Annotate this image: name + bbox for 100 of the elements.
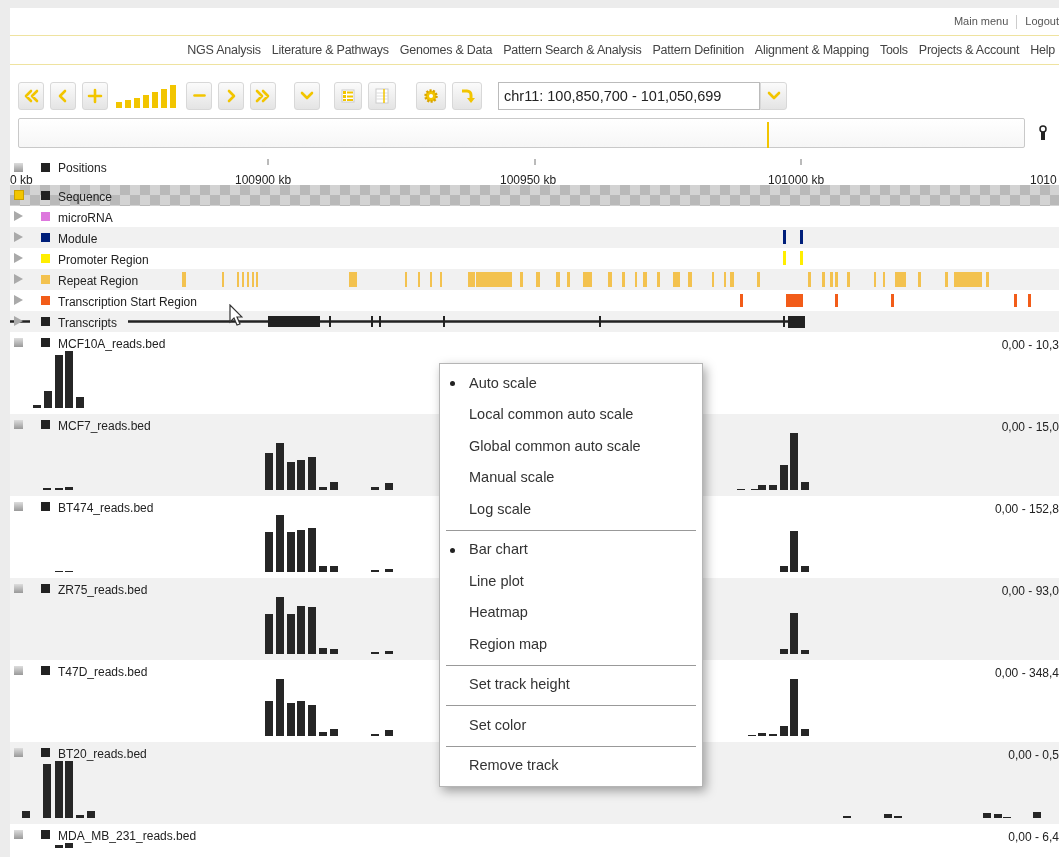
pin-icon[interactable]	[1039, 125, 1047, 141]
double-chevron-right-icon	[255, 87, 271, 104]
position-marker	[767, 122, 769, 148]
menu-item[interactable]: Log scale	[440, 494, 702, 526]
nav-menu-item[interactable]: Pattern Definition	[652, 40, 744, 60]
legend-swatch	[41, 502, 50, 511]
menu-item[interactable]: Region map	[440, 629, 702, 661]
zoom-out-button[interactable]	[186, 81, 212, 110]
track-toggle[interactable]	[14, 666, 23, 675]
track-label: ZR75_reads.bed	[58, 582, 148, 599]
double-chevron-left-icon	[23, 87, 39, 104]
track-toggle[interactable]	[14, 584, 23, 593]
module-marks	[783, 230, 803, 244]
track-label: Transcription Start Region	[58, 294, 197, 311]
settings-button[interactable]	[416, 81, 446, 110]
track-toggle[interactable]	[14, 420, 23, 429]
track-label: MCF7_reads.bed	[58, 418, 151, 435]
position-label: 100950 kb	[500, 172, 557, 189]
menu-item[interactable]: Set color	[440, 710, 702, 742]
menu-item[interactable]: Line plot	[440, 566, 702, 598]
menu-item[interactable]: Local common auto scale	[440, 399, 702, 431]
track-label: Positions	[58, 160, 107, 177]
track-label: BT20_reads.bed	[58, 746, 147, 763]
track-toggle[interactable]	[14, 190, 24, 200]
read-coverage-drawing	[55, 843, 73, 848]
mouse-cursor-icon	[229, 304, 243, 326]
menu-item[interactable]: Remove track	[440, 750, 702, 782]
track-label: MDA_MB_231_reads.bed	[58, 828, 197, 845]
scale-range: 0,00 - 6,4	[1008, 829, 1059, 846]
list-icon	[340, 87, 356, 104]
track-toggle[interactable]	[14, 748, 23, 757]
promoter-marks	[783, 251, 803, 265]
redo-button[interactable]	[452, 81, 482, 110]
read-coverage-drawing	[780, 531, 809, 572]
minus-icon	[192, 94, 206, 97]
track-toggle[interactable]	[14, 830, 23, 839]
menu-item[interactable]: Bar chart	[440, 534, 702, 566]
track-label: Repeat Region	[58, 273, 139, 290]
expand-arrow-icon[interactable]	[14, 316, 23, 326]
legend-swatch	[41, 584, 50, 593]
column-view-button[interactable]	[368, 81, 396, 110]
read-coverage-drawing	[33, 351, 84, 408]
scale-range: 0,00 - 348,4	[994, 665, 1059, 682]
plus-icon	[87, 87, 103, 104]
zoom-in-button[interactable]	[82, 81, 108, 110]
next-button[interactable]	[218, 81, 244, 110]
track-toggle[interactable]	[14, 502, 23, 511]
menu-item[interactable]: Heatmap	[440, 597, 702, 629]
legend-swatch	[41, 420, 50, 429]
collapse-button[interactable]	[294, 81, 320, 110]
track-label: Transcripts	[58, 315, 117, 332]
track-label: Promoter Region	[58, 252, 149, 269]
main-menu-link[interactable]: Main menu	[953, 13, 1009, 30]
scale-range: 0,00 - 0,5	[1008, 747, 1059, 764]
nav-menu-item[interactable]: Help	[1030, 40, 1055, 60]
previous-button[interactable]	[50, 81, 76, 110]
track-toggle[interactable]	[14, 338, 23, 347]
legend-swatch	[41, 163, 50, 172]
track-label: T47D_reads.bed	[58, 664, 148, 681]
nav-menu-item[interactable]: Projects & Account	[918, 40, 1020, 60]
logout-link[interactable]: Logout	[1025, 13, 1059, 30]
read-coverage-drawing	[780, 613, 809, 654]
table-icon	[374, 87, 390, 104]
position-label: 101000 kb	[768, 172, 825, 189]
track-toggle[interactable]	[14, 163, 23, 172]
menu-item[interactable]: Global common auto scale	[440, 431, 702, 463]
menu-item[interactable]: Set track height	[440, 669, 702, 701]
read-coverage-drawing	[748, 679, 809, 736]
jump-left-button[interactable]	[18, 81, 44, 110]
read-coverage-drawing	[737, 433, 809, 490]
legend-swatch	[41, 830, 50, 839]
overview-bar[interactable]	[18, 118, 1025, 148]
scale-range: 0,00 - 152,8	[994, 501, 1059, 518]
track-label: MCF10A_reads.bed	[58, 336, 166, 353]
list-view-button[interactable]	[334, 81, 362, 110]
position-label: 0 kb	[10, 172, 33, 189]
legend-swatch	[41, 338, 50, 347]
location-field[interactable]: chr11: 100,850,700 - 101,050,699	[498, 81, 760, 110]
nav-menu-item[interactable]: Genomes & Data	[399, 40, 493, 60]
nav-menu-item[interactable]: Pattern Search & Analysis	[503, 40, 642, 60]
track-label: BT474_reads.bed	[58, 500, 154, 517]
scale-range: 0,00 - 10,3	[1001, 337, 1059, 354]
nav-menu-item[interactable]: NGS Analysis	[187, 40, 261, 60]
curved-arrow-icon	[459, 87, 475, 104]
track-label: microRNA	[58, 210, 113, 227]
scale-range: 0,00 - 15,0	[1001, 419, 1059, 436]
nav-menu-item[interactable]: Tools	[879, 40, 908, 60]
location-dropdown-button[interactable]	[760, 81, 787, 110]
settings-icon	[423, 87, 439, 104]
position-label: 1010	[1030, 172, 1057, 189]
menu-item[interactable]: Manual scale	[440, 462, 702, 494]
position-label: 100900 kb	[235, 172, 292, 189]
track-label: Module	[58, 231, 98, 248]
menu-item[interactable]: Auto scale	[440, 368, 702, 400]
legend-swatch	[41, 748, 50, 757]
nav-menu-item[interactable]: Literature & Pathways	[271, 40, 389, 60]
nav-menu-item[interactable]: Alignment & Mapping	[754, 40, 869, 60]
jump-right-button[interactable]	[250, 81, 276, 110]
scale-range: 0,00 - 93,0	[1001, 583, 1059, 600]
track-label: Sequence	[58, 189, 113, 206]
